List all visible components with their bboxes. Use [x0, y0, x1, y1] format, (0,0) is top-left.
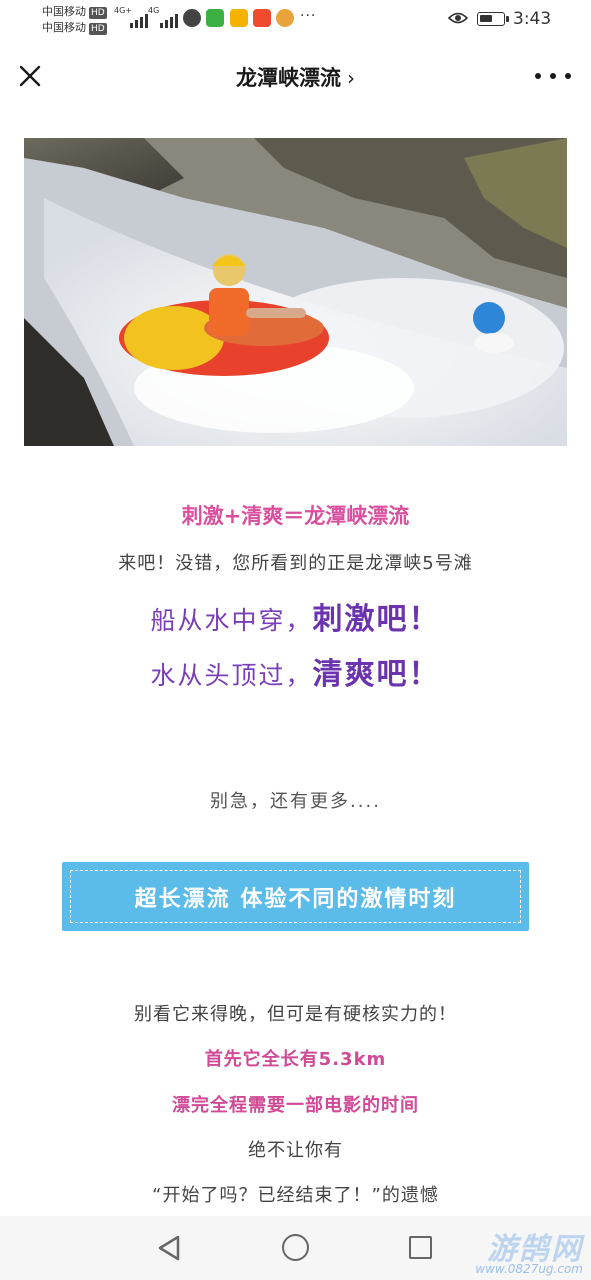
- carrier-2: 中国移动: [42, 21, 86, 34]
- paragraph-highlight: 首先它全长有5.3km: [204, 1049, 387, 1070]
- slogan-2-text: 水从头顶过，: [150, 661, 313, 690]
- banner-text: 超长漂流 体验不同的激情时刻: [134, 886, 457, 912]
- hd-badge: HD: [89, 7, 107, 19]
- home-icon[interactable]: [282, 1234, 309, 1261]
- battery-icon: [477, 12, 509, 26]
- mail-icon: [230, 9, 248, 27]
- eye-icon: [448, 12, 468, 24]
- slogan-1-emphasis: 刺激吧！: [312, 602, 441, 637]
- rafting-photo: [24, 138, 567, 446]
- back-icon[interactable]: [156, 1234, 182, 1262]
- sync-icon: [183, 9, 201, 27]
- dot-icon: [565, 73, 571, 79]
- signal-icon: 4G+: [114, 6, 148, 28]
- carrier-1: 中国移动: [42, 5, 86, 18]
- paragraph-highlight: 漂完全程需要一部电影的时间: [172, 1095, 419, 1116]
- hd-badge: HD: [89, 23, 107, 35]
- more-teaser: 别急，还有更多....: [210, 791, 381, 812]
- paragraph: “开始了吗？已经结束了！”的遗憾: [152, 1185, 439, 1206]
- status-bar: 中国移动 HD 中国移动 HD 4G+ 4G ··· 3:43: [0, 0, 591, 40]
- app-58-icon: [253, 9, 271, 27]
- banner-frame: 超长漂流 体验不同的激情时刻: [70, 870, 521, 923]
- slogan-line-1: 船从水中穿，刺激吧！: [0, 594, 591, 638]
- paragraph: 别看它来得晚，但可是有硬核实力的！: [134, 1004, 457, 1025]
- network-type: 4G+: [114, 6, 132, 15]
- more-menu-button[interactable]: [535, 62, 571, 90]
- signal-icon: 4G: [148, 6, 178, 28]
- chevron-right-icon: ›: [347, 66, 355, 90]
- watermark: 游鹄网 www.0827ug.com: [475, 1224, 583, 1276]
- slogan-2-emphasis: 清爽吧！: [312, 657, 441, 692]
- clock: 3:43: [513, 9, 552, 29]
- more-notifications: ···: [300, 8, 317, 24]
- dot-icon: [550, 73, 556, 79]
- hero-image: [24, 138, 567, 446]
- app-notification-icon: [206, 9, 224, 27]
- dot-icon: [535, 73, 541, 79]
- system-nav-bar: 游鹄网 www.0827ug.com: [0, 1216, 591, 1280]
- carrier-info: 中国移动 HD 中国移动 HD: [42, 4, 107, 36]
- slogan-1-text: 船从水中穿，: [150, 606, 313, 635]
- page-title[interactable]: 龙潭峡漂流 ›: [0, 62, 591, 92]
- watermark-url: www.0827ug.com: [475, 1262, 583, 1276]
- game-app-icon: [276, 9, 294, 27]
- network-type: 4G: [148, 6, 160, 15]
- recent-apps-icon[interactable]: [409, 1236, 432, 1259]
- section-banner: 超长漂流 体验不同的激情时刻: [62, 862, 529, 931]
- page-title-text: 龙潭峡漂流: [236, 66, 341, 90]
- slogan-line-2: 水从头顶过，清爽吧！: [0, 649, 591, 693]
- nav-bar: 龙潭峡漂流 ›: [0, 40, 591, 112]
- article-headline: 刺激+清爽＝龙潭峡漂流: [181, 504, 410, 528]
- intro-text: 来吧！没错，您所看到的正是龙潭峡5号滩: [118, 553, 473, 574]
- paragraph: 绝不让你有: [248, 1140, 343, 1161]
